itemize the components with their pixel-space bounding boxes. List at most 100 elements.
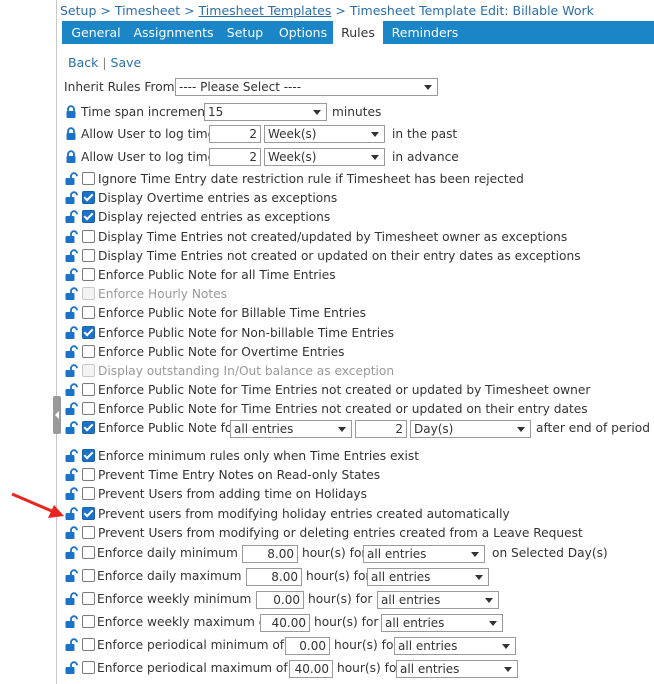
hour-limit-checkbox[interactable] — [82, 638, 95, 651]
rule-label: Enforce Public Note for Time Entries not… — [98, 383, 591, 398]
unlock-icon[interactable] — [64, 172, 78, 186]
rule-checkbox[interactable] — [82, 191, 95, 205]
rule-checkbox[interactable] — [82, 487, 95, 501]
lock-icon[interactable] — [64, 150, 78, 164]
unlock-icon[interactable] — [64, 402, 78, 416]
time-span-select[interactable]: 15 — [204, 103, 327, 121]
back-link[interactable]: Back — [68, 55, 98, 70]
tab-options[interactable]: Options — [273, 21, 333, 44]
unlock-icon[interactable] — [64, 421, 78, 435]
unlock-icon[interactable] — [64, 287, 78, 301]
unlock-icon[interactable] — [64, 191, 78, 205]
hour-limit-label: Enforce weekly maximum of — [97, 615, 271, 629]
unlock-icon[interactable] — [64, 449, 78, 463]
hour-limit-scope-select[interactable]: all entries — [394, 637, 516, 655]
breadcrumb-setup[interactable]: Setup — [60, 3, 96, 18]
tab-reminders[interactable]: Reminders — [383, 21, 467, 44]
unlock-icon[interactable] — [64, 383, 78, 397]
rule-label: Display Time Entries not created or upda… — [98, 248, 581, 263]
left-panel — [0, 0, 56, 684]
rule-checkbox[interactable] — [82, 268, 95, 281]
collapse-panel-handle[interactable] — [53, 396, 61, 434]
hour-limit-checkbox[interactable] — [82, 661, 95, 674]
rule-checkbox[interactable] — [82, 210, 95, 224]
rule-checkbox[interactable] — [82, 506, 95, 520]
rule-checkbox — [82, 287, 95, 301]
lock-icon[interactable] — [64, 105, 78, 119]
unlock-icon[interactable] — [64, 364, 78, 378]
rule-checkbox[interactable] — [82, 229, 95, 243]
breadcrumb-timesheet[interactable]: Timesheet — [115, 3, 180, 18]
hour-limit-unit: hour(s) for — [337, 661, 402, 675]
breadcrumb-current: Timesheet Template Edit: Billable Work — [349, 3, 594, 18]
rule-label: Prevent Users from modifying or deleting… — [98, 525, 583, 540]
rule-checkbox[interactable] — [82, 449, 95, 462]
hour-limit-scope-select[interactable]: all entries — [396, 660, 518, 678]
unlock-icon[interactable] — [64, 569, 78, 583]
tab-rules[interactable]: Rules — [333, 21, 383, 44]
save-link[interactable]: Save — [111, 55, 142, 70]
hour-limit-checkbox[interactable] — [82, 592, 95, 605]
rule-checkbox[interactable] — [82, 306, 95, 320]
hour-limit-value-input[interactable]: 0.00 — [256, 591, 304, 609]
annotation-arrow-icon — [11, 492, 64, 518]
unlock-icon[interactable] — [64, 546, 78, 560]
hour-limit-scope-select[interactable]: all entries — [381, 614, 503, 632]
log-past-value-input[interactable]: 2 — [209, 125, 261, 143]
action-links: Back | Save — [68, 55, 141, 71]
unlock-icon[interactable] — [64, 210, 78, 224]
hour-limit-value-input[interactable]: 40.00 — [289, 660, 333, 678]
hour-limit-scope-select[interactable]: all entries — [363, 545, 485, 563]
rule-checkbox[interactable] — [82, 248, 95, 262]
rule-checkbox[interactable] — [82, 383, 95, 397]
unlock-icon[interactable] — [64, 345, 78, 359]
rule-checkbox[interactable] — [82, 468, 95, 482]
rule-checkbox[interactable] — [82, 402, 95, 416]
log-past-unit-select[interactable]: Week(s) — [264, 125, 385, 143]
unlock-icon[interactable] — [64, 249, 78, 263]
rule-label: Display outstanding In/Out balance as ex… — [98, 364, 395, 378]
hour-limit-checkbox[interactable] — [82, 569, 95, 582]
public-note-period-scope-select[interactable]: all entries — [230, 420, 352, 438]
hour-limit-value-input[interactable]: 8.00 — [242, 545, 298, 563]
rule-label: Ignore Time Entry date restriction rule … — [98, 172, 524, 186]
unlock-icon[interactable] — [64, 592, 78, 606]
lock-icon[interactable] — [64, 127, 78, 141]
unlock-icon[interactable] — [64, 506, 78, 521]
unlock-icon[interactable] — [64, 468, 78, 482]
unlock-icon[interactable] — [64, 229, 78, 244]
unlock-icon[interactable] — [64, 615, 78, 629]
public-note-period-unit-select[interactable]: Day(s) — [410, 420, 531, 438]
log-advance-value-input[interactable]: 2 — [209, 148, 261, 166]
hour-limit-checkbox[interactable] — [82, 546, 95, 559]
inherit-rules-select[interactable]: ---- Please Select ---- — [175, 78, 438, 96]
hour-limit-checkbox[interactable] — [82, 615, 95, 628]
tab-setup[interactable]: Setup — [217, 21, 273, 44]
rule-checkbox[interactable] — [82, 344, 95, 358]
unlock-icon[interactable] — [64, 325, 78, 340]
rule-checkbox[interactable] — [82, 325, 95, 339]
breadcrumb-separator: > — [96, 3, 115, 18]
rule-checkbox[interactable] — [82, 172, 95, 185]
breadcrumb-timesheet-templates[interactable]: Timesheet Templates — [199, 3, 332, 18]
hour-limit-scope-select[interactable]: all entries — [367, 568, 489, 586]
public-note-period-checkbox[interactable] — [82, 421, 95, 434]
tab-assignments[interactable]: Assignments — [130, 21, 217, 44]
unlock-icon[interactable] — [64, 487, 78, 501]
unlock-icon[interactable] — [64, 638, 78, 652]
hour-limit-value-input[interactable]: 8.00 — [246, 568, 302, 586]
rule-checkbox[interactable] — [82, 525, 95, 539]
unlock-icon[interactable] — [64, 268, 78, 282]
public-note-period-value-input[interactable]: 2 — [355, 420, 407, 438]
hour-limit-value-input[interactable]: 40.00 — [260, 614, 310, 632]
hour-limit-value-input[interactable]: 0.00 — [285, 637, 330, 655]
unlock-icon[interactable] — [64, 661, 78, 675]
tab-general[interactable]: General — [62, 21, 130, 44]
unlock-icon[interactable] — [64, 306, 78, 320]
rule-label: Prevent Users from adding time on Holida… — [98, 487, 367, 502]
log-advance-unit-select[interactable]: Week(s) — [264, 148, 385, 166]
unlock-icon[interactable] — [64, 526, 78, 540]
hour-limit-unit: hour(s) for — [302, 546, 367, 560]
hour-limit-scope-select[interactable]: all entries — [377, 591, 499, 609]
breadcrumb-separator: > — [180, 3, 199, 18]
